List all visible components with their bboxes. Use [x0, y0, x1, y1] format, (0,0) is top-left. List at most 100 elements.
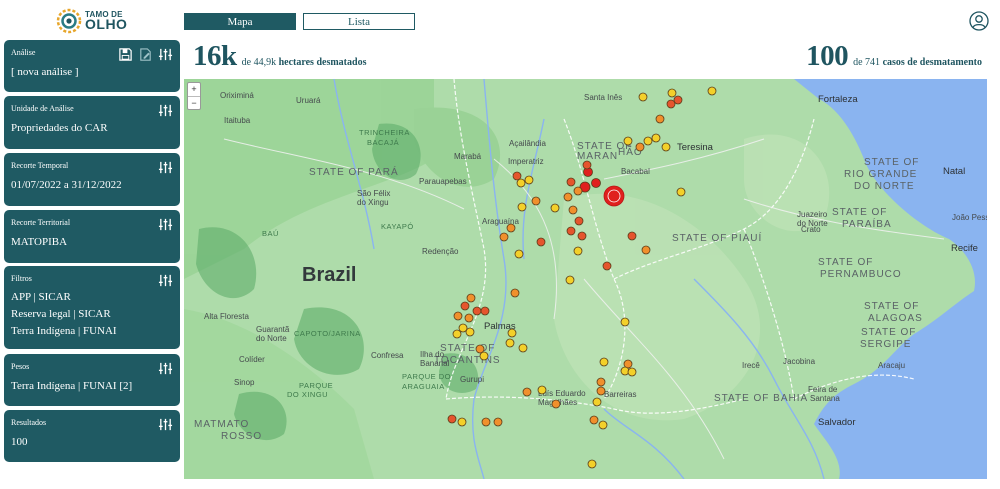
deforestation-marker[interactable] — [627, 367, 637, 377]
deforestation-marker[interactable] — [651, 133, 661, 143]
deforestation-marker[interactable] — [472, 306, 482, 316]
deforestation-marker[interactable] — [587, 459, 597, 469]
deforestation-marker[interactable] — [627, 231, 637, 241]
deforestation-markers — [447, 86, 717, 469]
deforestation-marker[interactable] — [676, 187, 686, 197]
deforestation-marker[interactable] — [457, 417, 467, 427]
sliders-icon[interactable] — [158, 361, 173, 376]
sliders-icon[interactable] — [158, 47, 173, 62]
results-value: 100 — [11, 436, 28, 448]
deforestation-marker[interactable] — [452, 329, 462, 339]
deforestation-marker[interactable] — [582, 160, 592, 170]
deforestation-marker[interactable] — [479, 351, 489, 361]
deforestation-marker[interactable] — [596, 386, 606, 396]
deforestation-marker[interactable] — [464, 313, 474, 323]
deforestation-marker[interactable] — [641, 245, 651, 255]
deforestation-marker[interactable] — [598, 420, 608, 430]
deforestation-marker[interactable] — [506, 223, 516, 233]
deforestation-marker[interactable] — [620, 317, 630, 327]
deforestation-marker[interactable] — [522, 387, 532, 397]
time-range-panel[interactable]: Recorte Temporal 01/07/2022 a 31/12/2022 — [4, 153, 180, 206]
zoom-in-button[interactable]: + — [188, 83, 200, 96]
deforestation-marker[interactable] — [596, 377, 606, 387]
deforestation-marker[interactable] — [481, 417, 491, 427]
cases-value: 100 — [806, 40, 849, 72]
analysis-value[interactable]: [ nova análise ] — [11, 64, 173, 81]
deforestation-marker[interactable] — [599, 357, 609, 367]
cases-unit: casos de desmatamento — [882, 57, 982, 68]
deforestation-marker[interactable] — [589, 415, 599, 425]
deforestation-marker[interactable] — [537, 385, 547, 395]
deforestation-marker[interactable] — [531, 196, 541, 206]
deforestation-marker[interactable] — [574, 216, 584, 226]
deforestation-marker[interactable] — [707, 86, 717, 96]
deforestation-marker[interactable] — [592, 397, 602, 407]
deforestation-marker[interactable] — [514, 249, 524, 259]
results-panel[interactable]: Resultados 100 — [4, 410, 180, 462]
analysis-panel[interactable]: Análise [ nova análise ] — [4, 40, 180, 92]
sliders-icon[interactable] — [158, 417, 173, 432]
analysis-unit-value: Propriedades do CAR — [11, 122, 108, 134]
deforestation-marker[interactable] — [516, 178, 526, 188]
deforestation-map[interactable]: TRINCHEIRA BACAJÁ KAYAPÓ BAÚ CAPOTO/JARI… — [184, 79, 987, 479]
deforestation-marker[interactable] — [573, 186, 583, 196]
deforestation-marker[interactable] — [517, 202, 527, 212]
map-zoom-control: + − — [187, 82, 201, 110]
user-account-icon[interactable] — [969, 11, 989, 31]
deforestation-marker[interactable] — [623, 136, 633, 146]
territory-panel[interactable]: Recorte Territorial MATOPIBA — [4, 210, 180, 263]
sliders-icon[interactable] — [158, 160, 173, 175]
deforestation-marker[interactable] — [568, 205, 578, 215]
deforestation-marker[interactable] — [551, 399, 561, 409]
deforestation-marker[interactable] — [563, 192, 573, 202]
edit-file-icon[interactable] — [138, 47, 153, 62]
zoom-out-button[interactable]: − — [188, 96, 200, 109]
deforestation-marker[interactable] — [602, 261, 612, 271]
deforestation-marker[interactable] — [505, 338, 515, 348]
tab-list[interactable]: Lista — [303, 13, 415, 30]
deforestation-marker[interactable] — [453, 311, 463, 321]
deforestation-marker[interactable] — [447, 414, 457, 424]
sliders-icon[interactable] — [158, 103, 173, 118]
deforestation-cases-stat: 100 de 741 casos de desmatamento — [806, 40, 982, 73]
filters-panel[interactable]: Filtros APP | SICAR Reserva legal | SICA… — [4, 266, 180, 349]
save-icon[interactable] — [118, 47, 133, 62]
deforestation-marker[interactable] — [635, 142, 645, 152]
deforestation-marker[interactable] — [566, 226, 576, 236]
deforestation-marker[interactable] — [661, 142, 671, 152]
deforestation-marker[interactable] — [666, 99, 676, 109]
deforestation-marker[interactable] — [507, 328, 517, 338]
deforestation-marker[interactable] — [577, 231, 587, 241]
sliders-icon[interactable] — [158, 273, 173, 288]
weights-panel[interactable]: Pesos Terra Indígena | FUNAI [2] — [4, 354, 180, 406]
brand-logo[interactable]: TAMO DE OLHO — [56, 8, 136, 34]
deforestation-marker[interactable] — [550, 203, 560, 213]
brand-line2: OLHO — [85, 16, 128, 33]
analysis-unit-panel[interactable]: Unidade de Análise Propriedades do CAR — [4, 96, 180, 149]
deforestation-marker[interactable] — [565, 275, 575, 285]
deforestation-marker[interactable] — [466, 293, 476, 303]
filter-item: APP | SICAR — [11, 291, 71, 303]
logo-eye-icon — [56, 8, 82, 34]
deforestation-marker[interactable] — [510, 288, 520, 298]
deforestation-marker[interactable] — [524, 175, 534, 185]
deforestation-marker-large[interactable] — [603, 185, 625, 207]
deforestation-marker[interactable] — [566, 177, 576, 187]
deforestation-marker[interactable] — [480, 306, 490, 316]
tab-map[interactable]: Mapa — [184, 13, 296, 30]
deforestation-marker[interactable] — [465, 327, 475, 337]
deforestation-marker[interactable] — [460, 301, 470, 311]
deforestation-marker[interactable] — [591, 178, 601, 188]
deforestation-marker[interactable] — [573, 246, 583, 256]
deforestation-marker[interactable] — [643, 136, 653, 146]
deforestation-marker[interactable] — [655, 114, 665, 124]
deforestation-marker[interactable] — [518, 343, 528, 353]
deforestation-marker[interactable] — [667, 88, 677, 98]
deforested-area-stat: 16k de 44,9k hectares desmatados — [193, 40, 366, 73]
deforestation-marker[interactable] — [499, 232, 509, 242]
deforestation-marker[interactable] — [493, 417, 503, 427]
sliders-icon[interactable] — [158, 217, 173, 232]
deforestation-marker[interactable] — [536, 237, 546, 247]
time-range-value: 01/07/2022 a 31/12/2022 — [11, 179, 122, 191]
deforestation-marker[interactable] — [638, 92, 648, 102]
